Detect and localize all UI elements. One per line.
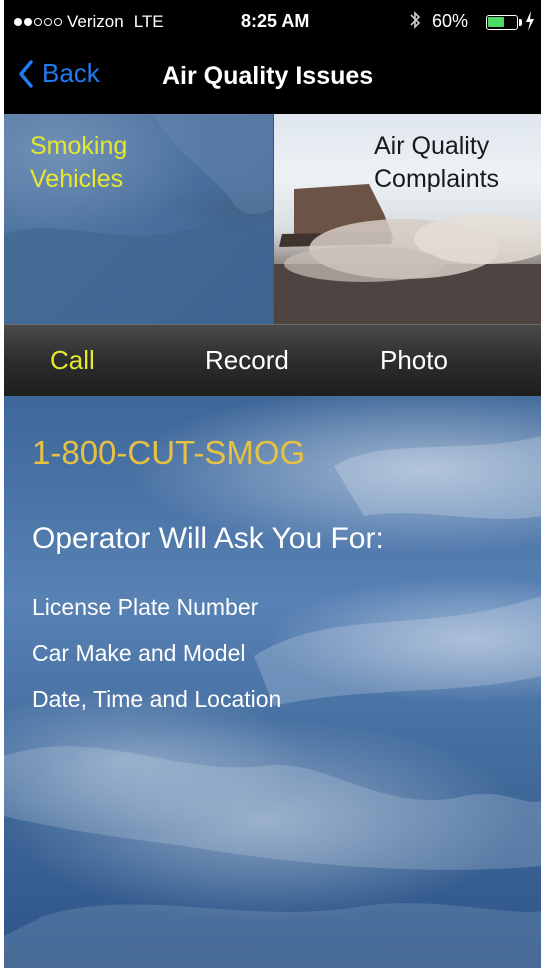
tile-label-line: Complaints xyxy=(374,165,500,193)
tile-label-line: Air Quality xyxy=(374,132,490,160)
clock: 8:25 AM xyxy=(241,11,310,31)
signal-dot xyxy=(34,18,42,26)
signal-strength-icon xyxy=(14,18,62,26)
list-item: License Plate Number xyxy=(32,594,259,620)
battery-percent: 60% xyxy=(432,11,469,31)
app-screen: Verizon LTE 8:25 AM 60% Back Air Quality… xyxy=(4,0,541,968)
list-item: Car Make and Model xyxy=(32,640,246,666)
action-menu: Call Record Photo xyxy=(4,324,541,396)
page-title: Air Quality Issues xyxy=(162,62,374,90)
back-label: Back xyxy=(42,58,100,88)
tile-label-line: Vehicles xyxy=(30,165,124,193)
list-item: Date, Time and Location xyxy=(32,686,282,712)
signal-dot xyxy=(54,18,62,26)
battery-fill xyxy=(488,17,504,27)
carrier-name: Verizon xyxy=(67,12,124,31)
chevron-left-icon xyxy=(18,59,34,88)
battery-icon xyxy=(486,15,518,30)
charging-icon xyxy=(525,10,535,37)
tab-photo[interactable]: Photo xyxy=(380,345,448,376)
battery-tip xyxy=(519,19,522,26)
tile-label-line: Smoking xyxy=(30,132,128,160)
network-type: LTE xyxy=(133,12,164,31)
tab-call[interactable]: Call xyxy=(50,345,95,376)
status-bar: Verizon LTE 8:25 AM 60% xyxy=(4,0,541,44)
signal-dot xyxy=(24,18,32,26)
bluetooth-icon xyxy=(409,10,421,35)
navigation-bar: Back Air Quality Issues xyxy=(4,44,541,114)
signal-dot xyxy=(14,18,22,26)
signal-dot xyxy=(44,18,52,26)
tile-label: Air Quality Complaints xyxy=(374,130,499,196)
tab-record[interactable]: Record xyxy=(205,345,289,376)
back-button[interactable]: Back xyxy=(18,58,100,89)
tile-label: Smoking Vehicles xyxy=(30,130,127,196)
section-heading: Operator Will Ask You For: xyxy=(32,522,384,555)
smoking-vehicles-tile[interactable]: Smoking Vehicles xyxy=(4,114,273,324)
hotline-number[interactable]: 1-800-CUT-SMOG xyxy=(32,434,305,472)
air-quality-complaints-tile[interactable]: Air Quality Complaints xyxy=(274,114,541,324)
category-tiles: Smoking Vehicles Air Quality Complaints xyxy=(4,114,541,324)
info-list: License Plate Number Car Make and Model … xyxy=(32,584,281,722)
